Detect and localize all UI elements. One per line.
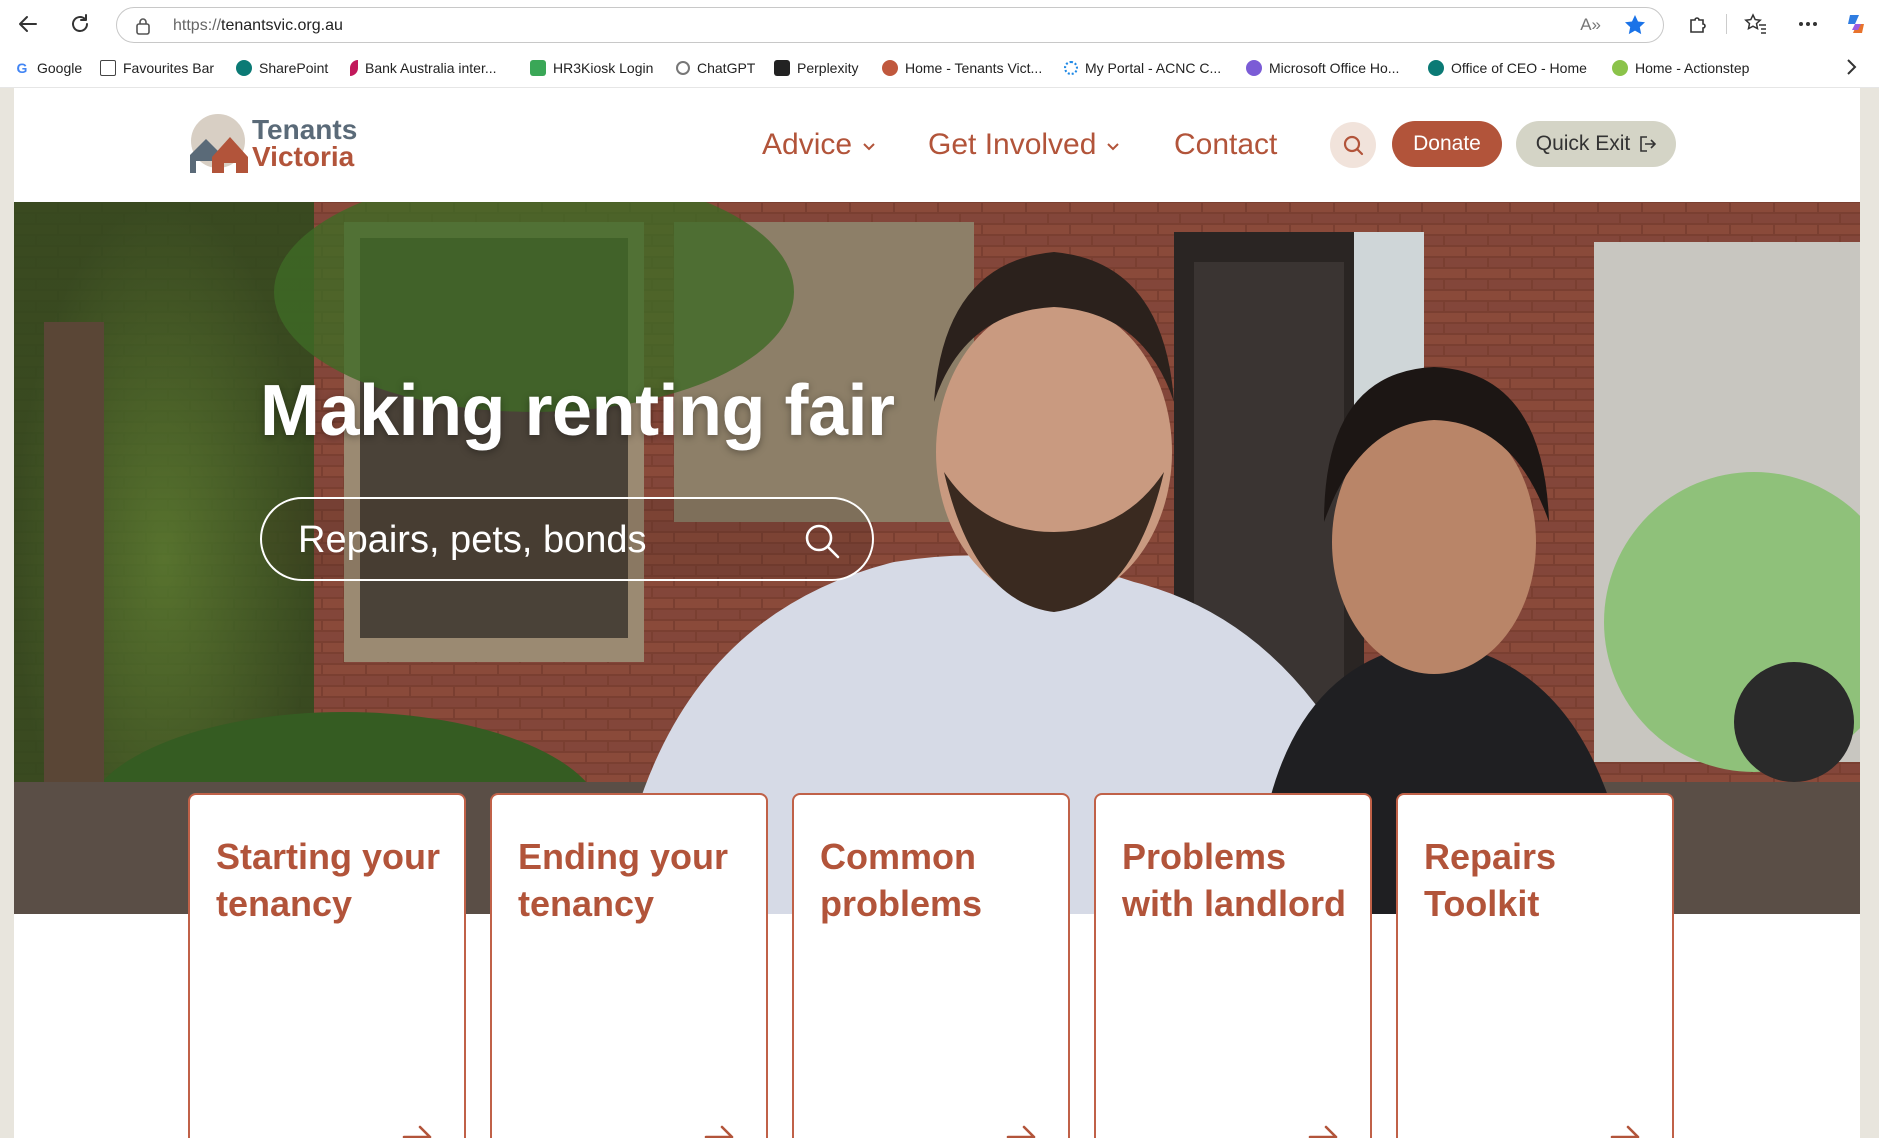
folder-icon [100, 60, 116, 76]
bookmark-actionstep[interactable]: Home - Actionstep [1612, 58, 1749, 78]
chevron-down-icon [863, 143, 875, 151]
arrow-right-icon [402, 1125, 432, 1138]
actionstep-icon [1612, 60, 1628, 76]
bank-australia-icon [350, 60, 358, 76]
exit-icon [1640, 136, 1657, 152]
quick-exit-button[interactable]: Quick Exit [1516, 121, 1676, 167]
lock-icon [135, 17, 151, 40]
bookmarks-bar: G Google Favourites Bar SharePoint Bank A… [0, 48, 1879, 88]
tenants-vic-icon [882, 60, 898, 76]
hero-search-input[interactable] [298, 517, 768, 563]
refresh-button[interactable] [64, 8, 96, 40]
site-search-button[interactable] [1330, 122, 1376, 168]
office-icon [1246, 60, 1262, 76]
page-viewport: Tenants Victoria Advice Get Involved Con… [14, 88, 1860, 1138]
nav-advice[interactable]: Advice [762, 128, 876, 162]
arrow-right-icon [1610, 1125, 1640, 1138]
card-repairs-toolkit[interactable]: Repairs Toolkit [1396, 793, 1674, 1138]
bookmark-hr3kiosk[interactable]: HR3Kiosk Login [530, 58, 653, 78]
browser-toolbar: https://tenantsvic.org.au A» [0, 0, 1879, 48]
chevron-down-icon [1107, 143, 1120, 151]
card-starting-your-tenancy[interactable]: Starting your tenancy [188, 793, 466, 1138]
bookmark-sharepoint[interactable]: SharePoint [236, 58, 328, 78]
bookmark-acnc[interactable]: My Portal - ACNC C... [1064, 58, 1221, 78]
more-options-button[interactable] [1792, 8, 1824, 40]
acnc-icon [1064, 61, 1078, 75]
bookmark-microsoft-office[interactable]: Microsoft Office Ho... [1246, 58, 1399, 78]
back-arrow-icon [19, 16, 37, 32]
puzzle-icon [1690, 17, 1706, 33]
card-ending-your-tenancy[interactable]: Ending your tenancy [490, 793, 768, 1138]
refresh-icon [72, 14, 88, 32]
browser-window: https://tenantsvic.org.au A» G Google Fav… [0, 0, 1879, 1138]
nav-get-involved[interactable]: Get Involved [928, 128, 1120, 162]
url-text: https://tenantsvic.org.au [173, 17, 343, 34]
arrow-right-icon [1308, 1125, 1338, 1138]
bookmark-google[interactable]: G Google [14, 58, 83, 78]
nav-contact[interactable]: Contact [1174, 128, 1277, 162]
card-problems-with-landlord[interactable]: Problems with landlord [1094, 793, 1372, 1138]
bookmark-chatgpt[interactable]: ChatGPT [676, 58, 755, 78]
bookmarks-overflow-button[interactable] [1845, 58, 1857, 81]
favorite-star-icon[interactable] [1623, 13, 1647, 42]
hr3kiosk-icon [530, 60, 546, 76]
card-common-problems[interactable]: Common problems [792, 793, 1070, 1138]
address-bar[interactable]: https://tenantsvic.org.au A» [116, 7, 1664, 43]
back-button[interactable] [12, 8, 44, 40]
read-aloud-icon[interactable]: A» [1580, 15, 1601, 35]
bookmark-tenants-vic[interactable]: Home - Tenants Vict... [882, 58, 1042, 78]
chatgpt-icon [676, 61, 690, 75]
arrow-right-icon [704, 1125, 734, 1138]
arrow-right-icon [1006, 1125, 1036, 1138]
site-header: Tenants Victoria Advice Get Involved Con… [14, 88, 1860, 202]
search-icon[interactable] [802, 521, 842, 561]
google-icon: G [16, 60, 28, 76]
favorites-list-icon [1744, 13, 1766, 34]
chevron-right-icon [1847, 59, 1857, 75]
favorites-button[interactable] [1740, 8, 1772, 40]
extensions-button[interactable] [1682, 8, 1714, 40]
copilot-button[interactable] [1840, 8, 1872, 40]
hero-search-box[interactable] [260, 497, 874, 581]
sharepoint-icon [1428, 60, 1444, 76]
donate-button[interactable]: Donate [1392, 121, 1502, 167]
sharepoint-icon [236, 60, 252, 76]
hero-title: Making renting fair [260, 371, 895, 451]
bookmark-favourites-bar[interactable]: Favourites Bar [100, 58, 214, 78]
bookmark-bank-australia[interactable]: Bank Australia inter... [350, 58, 497, 78]
bookmark-office-of-ceo[interactable]: Office of CEO - Home [1428, 58, 1587, 78]
bookmark-perplexity[interactable]: Perplexity [774, 58, 858, 78]
copilot-icon [1848, 15, 1864, 33]
perplexity-icon [774, 60, 790, 76]
logo-wordmark[interactable]: Tenants Victoria [252, 116, 357, 171]
search-icon [1343, 135, 1364, 156]
ellipsis-icon [1799, 22, 1817, 26]
